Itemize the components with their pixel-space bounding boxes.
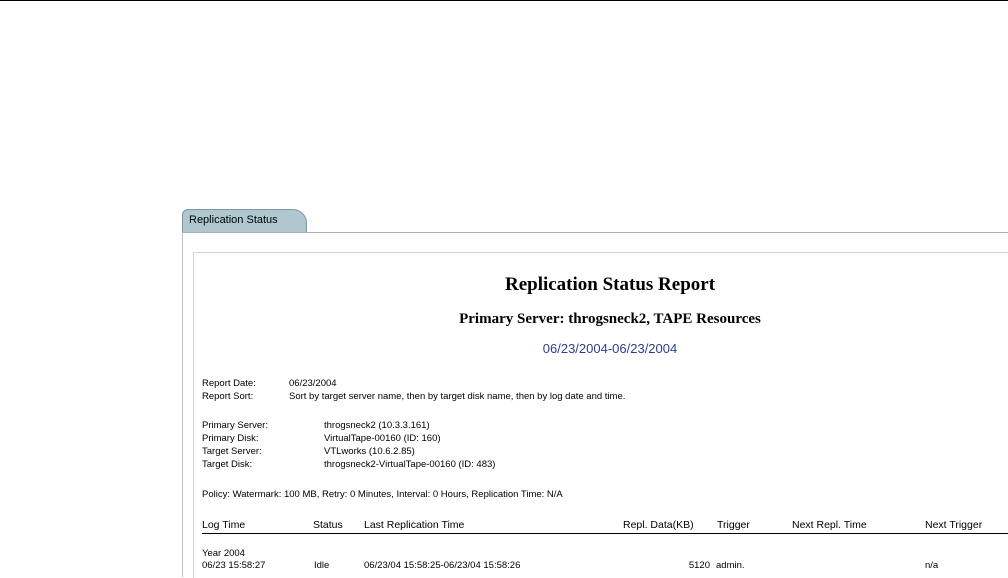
column-header-last-replication-time: Last Replication Time	[364, 519, 465, 531]
primary-server-value: throgsneck2 (10.3.3.161)	[324, 420, 430, 431]
header-divider	[202, 533, 1008, 534]
policy-line: Policy: Watermark: 100 MB, Retry: 0 Minu…	[202, 489, 563, 500]
report-date-range: 06/23/2004-06/23/2004	[542, 341, 678, 356]
report-sort-value: Sort by target server name, then by targ…	[289, 391, 626, 402]
report-title: Replication Status Report	[504, 274, 716, 295]
column-header-log-time: Log Time	[202, 519, 246, 531]
target-server-value: VTLworks (10.6.2.85)	[324, 446, 415, 457]
target-disk-value: throgsneck2-VirtualTape-00160 (ID: 483)	[324, 459, 496, 470]
report-sort-label: Report Sort:	[202, 391, 254, 402]
primary-disk-value: VirtualTape-00160 (ID: 160)	[324, 433, 441, 444]
row-log-time: 06/23 15:58:27	[202, 560, 266, 571]
report-subtitle: Primary Server: throgsneck2, TAPE Resour…	[459, 311, 761, 327]
tab-replication-status[interactable]: Replication Status	[182, 209, 307, 233]
target-server-label: Target Server:	[202, 446, 262, 457]
group-label: Year 2004	[202, 548, 245, 559]
top-border-line	[0, 0, 1008, 1]
primary-server-label: Primary Server:	[202, 420, 268, 431]
row-last-replication-time: 06/23/04 15:58:25-06/23/04 15:58:26	[364, 560, 521, 571]
column-header-trigger: Trigger	[717, 519, 750, 531]
row-trigger: admin.	[716, 560, 745, 571]
report-date-value: 06/23/2004	[289, 378, 337, 389]
row-next-trigger: n/a	[925, 560, 939, 571]
column-header-next-trigger: Next Trigger	[925, 519, 983, 531]
column-header-repl-data: Repl. Data(KB)	[623, 519, 694, 531]
target-disk-label: Target Disk:	[202, 459, 253, 470]
primary-disk-label: Primary Disk:	[202, 433, 259, 444]
column-header-next-repl-time: Next Repl. Time	[792, 519, 867, 531]
tab-label: Replication Status	[189, 214, 278, 226]
row-status: Idle	[314, 560, 330, 571]
row-repl-data: 5120	[688, 560, 710, 571]
report-date-label: Report Date:	[202, 378, 256, 389]
column-header-status: Status	[313, 519, 343, 531]
